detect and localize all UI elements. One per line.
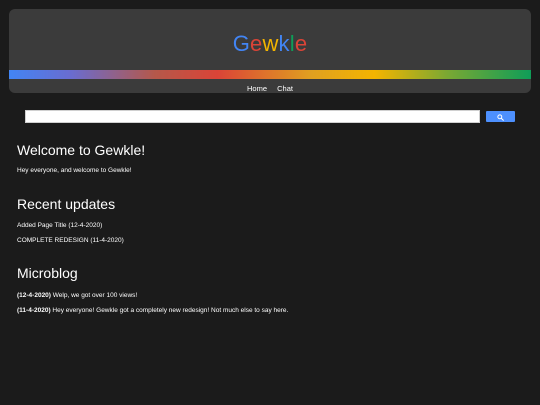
updates-heading: Recent updates bbox=[17, 196, 116, 212]
page: Gewkle Home Chat Welcome to Gewkle! Hey … bbox=[0, 0, 540, 405]
logo-letter: w bbox=[262, 31, 279, 56]
post-date: (11-4-2020) bbox=[17, 307, 51, 314]
top-nav: Home Chat bbox=[9, 83, 531, 93]
search-input[interactable] bbox=[25, 110, 480, 123]
update-item: COMPLETE REDESIGN (11-4-2020) bbox=[17, 237, 124, 244]
logo-letter: e bbox=[294, 31, 308, 56]
rainbow-divider bbox=[9, 70, 531, 79]
search-bar bbox=[25, 110, 515, 123]
search-button[interactable] bbox=[486, 111, 515, 122]
welcome-heading: Welcome to Gewkle! bbox=[17, 142, 146, 158]
site-logo[interactable]: Gewkle bbox=[9, 31, 531, 57]
logo-letter: e bbox=[250, 31, 263, 56]
post-text: Hey everyone! Gewkle got a completely ne… bbox=[50, 307, 289, 314]
update-item: Added Page Title (12-4-2020) bbox=[17, 222, 103, 229]
logo-letter: k bbox=[278, 31, 290, 56]
welcome-text: Hey everyone, and welcome to Gewkle! bbox=[17, 167, 132, 174]
header-card: Gewkle Home Chat bbox=[9, 9, 531, 93]
post-text: Welp, we got over 100 views! bbox=[50, 292, 138, 299]
post-date: (12-4-2020) bbox=[17, 292, 51, 299]
microblog-post: (12-4-2020) Welp, we got over 100 views! bbox=[17, 291, 137, 300]
microblog-heading: Microblog bbox=[17, 265, 78, 281]
logo-letter: G bbox=[232, 31, 251, 56]
microblog-post: (11-4-2020) Hey everyone! Gewkle got a c… bbox=[17, 306, 288, 315]
search-icon bbox=[497, 114, 504, 121]
nav-link-chat[interactable]: Chat bbox=[277, 84, 293, 93]
nav-link-home[interactable]: Home bbox=[247, 84, 267, 93]
